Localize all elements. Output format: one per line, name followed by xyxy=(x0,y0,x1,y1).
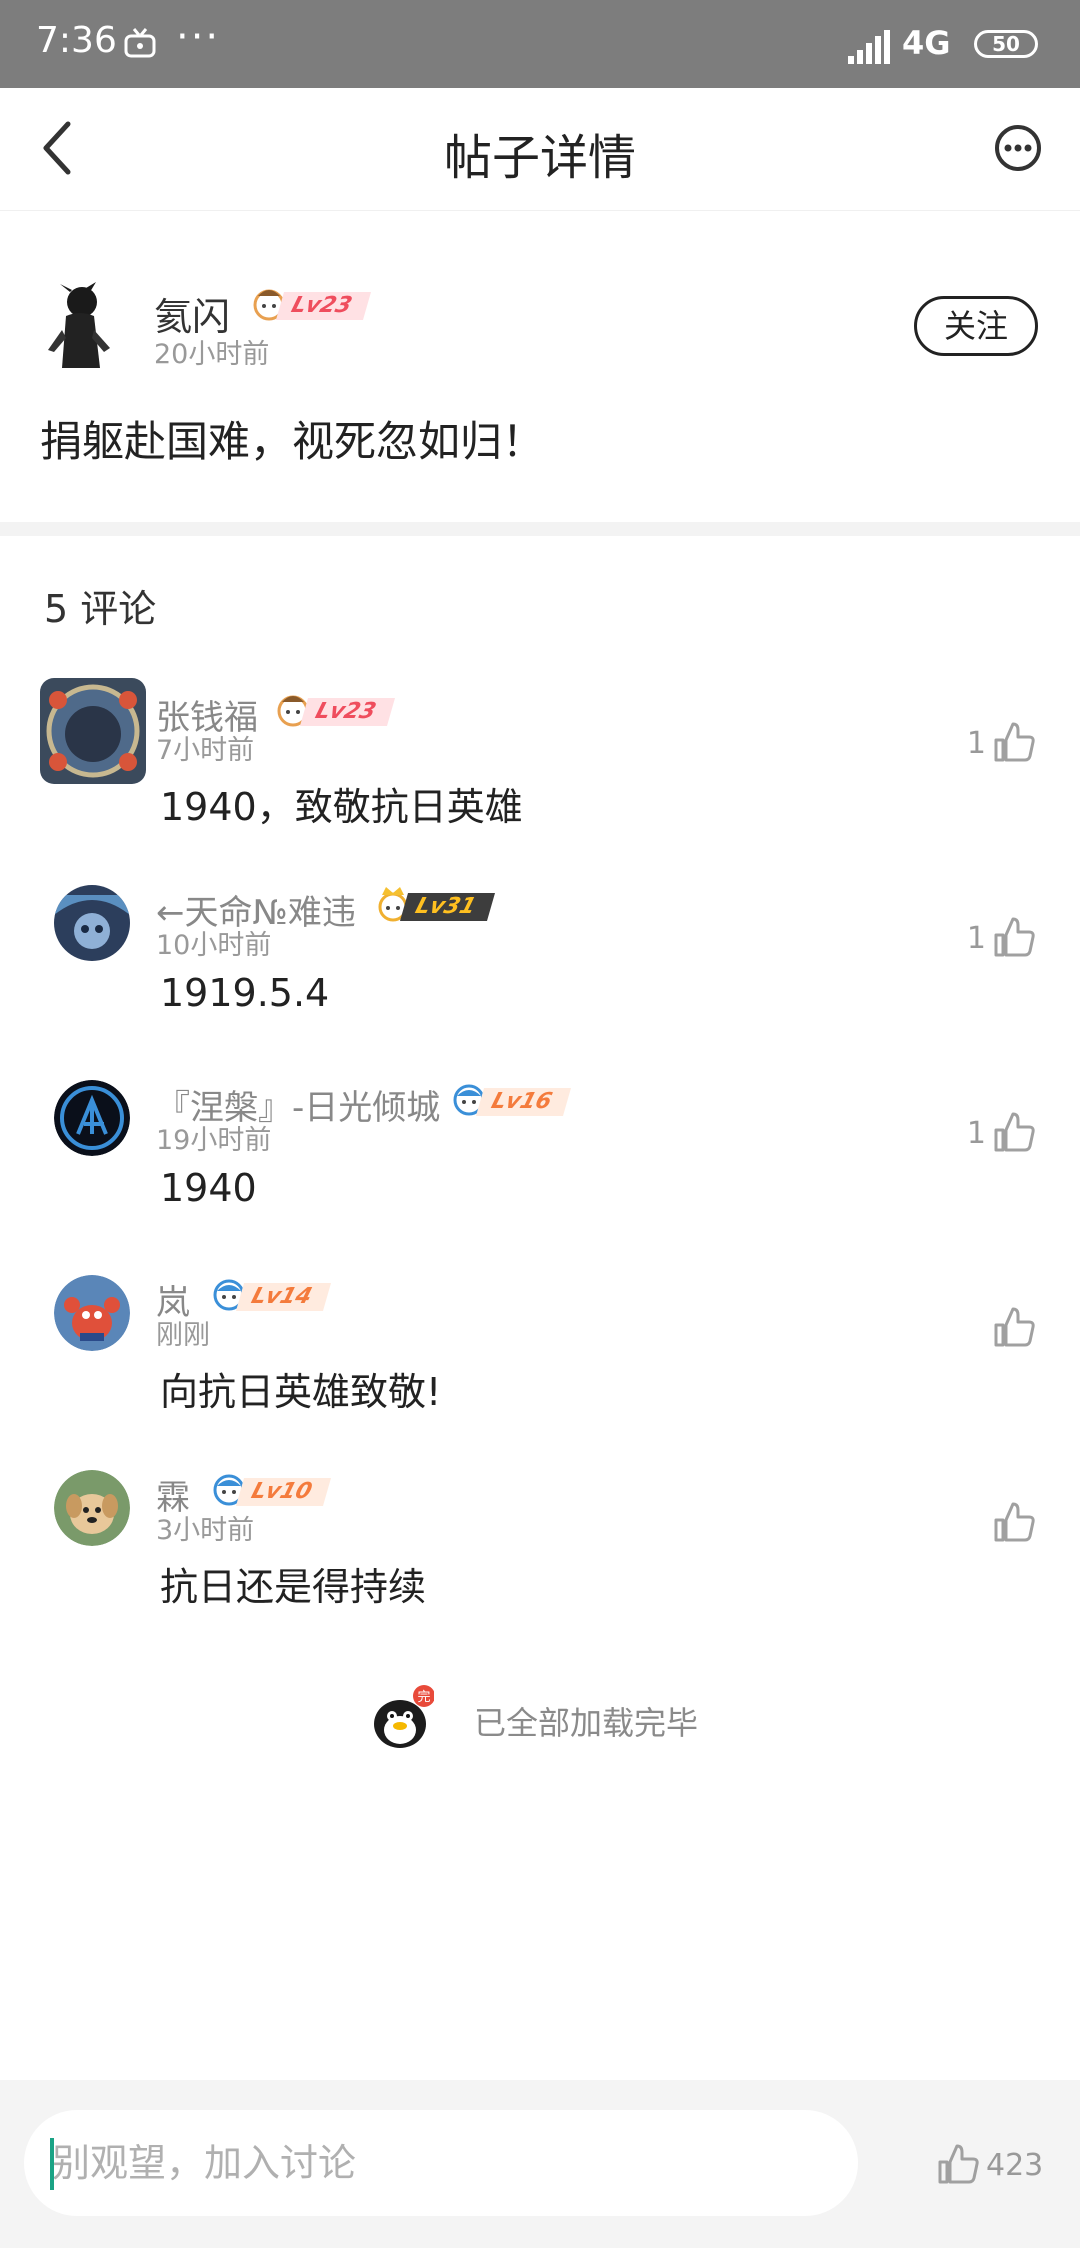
battery-level: 50 xyxy=(992,32,1020,56)
section-divider xyxy=(0,522,1080,536)
like-count: 1 xyxy=(966,921,986,956)
mascot-badge-text: 完 xyxy=(417,1690,430,1705)
post-content: 捐躯赴国难，视死忽如归！ xyxy=(40,417,545,466)
thumbs-up-icon xyxy=(994,722,1035,762)
comment-text: 抗日还是得持续 xyxy=(160,1565,427,1609)
author-avatar[interactable] xyxy=(40,280,120,370)
post-time: 20小时前 xyxy=(154,339,270,370)
comment-item: 『涅槃』-日光倾城 Lv16 19小时前 1940 1 xyxy=(0,1080,1080,1270)
notification-dots: ··· xyxy=(176,14,221,60)
more-options-icon[interactable] xyxy=(994,124,1042,172)
level-text: Lv23 xyxy=(275,292,371,320)
text-cursor xyxy=(50,2138,54,2190)
comment-time: 10小时前 xyxy=(156,930,272,961)
page-title: 帖子详情 xyxy=(443,130,636,186)
comment-text: 1940 xyxy=(160,1166,257,1210)
thumbs-up-icon xyxy=(938,2144,979,2184)
status-time: 7:36 xyxy=(36,20,117,61)
like-count: 1 xyxy=(966,1116,986,1151)
level-text: Lv14 xyxy=(235,1283,331,1311)
comment-time: 刚刚 xyxy=(156,1320,210,1351)
comments-count: 5 评论 xyxy=(44,587,157,631)
network-type: 4G xyxy=(902,24,951,62)
comment-text: 向抗日英雄致敬! xyxy=(160,1370,442,1414)
level-text: Lv10 xyxy=(235,1478,331,1506)
comment-item: 张钱福 Lv23 7小时前 1940，致敬抗日英雄 1 xyxy=(0,678,1080,880)
comment-item: ←天命№难违 Lv31 10小时前 1919.5.4 1 xyxy=(0,885,1080,1075)
bottom-bar: 423 xyxy=(0,2080,1080,2248)
thumbs-up-icon xyxy=(994,1307,1035,1347)
comment-input[interactable] xyxy=(24,2110,858,2216)
commenter-avatar[interactable] xyxy=(54,1470,130,1546)
end-of-list: 完 已全部加载完毕 xyxy=(372,1684,712,1756)
penguin-mascot-icon: 完 xyxy=(374,1685,434,1748)
end-message: 已全部加载完毕 xyxy=(474,1704,699,1742)
tv-icon xyxy=(124,28,156,58)
comment-time: 7小时前 xyxy=(156,735,255,766)
signal-icon xyxy=(848,30,890,64)
commenter-avatar[interactable] xyxy=(54,885,130,961)
nav-bar: 帖子详情 xyxy=(0,88,1080,211)
comment-time: 3小时前 xyxy=(156,1515,255,1546)
commenter-avatar[interactable] xyxy=(40,678,146,784)
thumbs-up-icon xyxy=(994,1502,1035,1542)
comment-item: 岚 Lv14 刚刚 向抗日英雄致敬! xyxy=(0,1275,1080,1465)
comment-item: 霖 Lv10 3小时前 抗日还是得持续 xyxy=(0,1470,1080,1660)
post-like-count: 423 xyxy=(986,2148,1044,2183)
level-text: Lv16 xyxy=(475,1088,571,1116)
thumbs-up-icon xyxy=(994,917,1035,957)
thumbs-up-icon xyxy=(994,1112,1035,1152)
follow-button[interactable]: 关注 xyxy=(914,296,1038,356)
status-bar: 7:36 ··· 4G 50 xyxy=(0,0,1080,88)
commenter-avatar[interactable] xyxy=(54,1275,130,1351)
level-text: Lv23 xyxy=(299,698,395,726)
comment-text: 1940，致敬抗日英雄 xyxy=(160,785,523,829)
comment-text: 1919.5.4 xyxy=(160,971,330,1015)
level-text: Lv31 xyxy=(399,893,495,921)
like-count: 1 xyxy=(966,726,986,761)
comment-time: 19小时前 xyxy=(156,1125,272,1156)
commenter-avatar[interactable] xyxy=(54,1080,130,1156)
battery-icon: 50 xyxy=(974,30,1038,58)
